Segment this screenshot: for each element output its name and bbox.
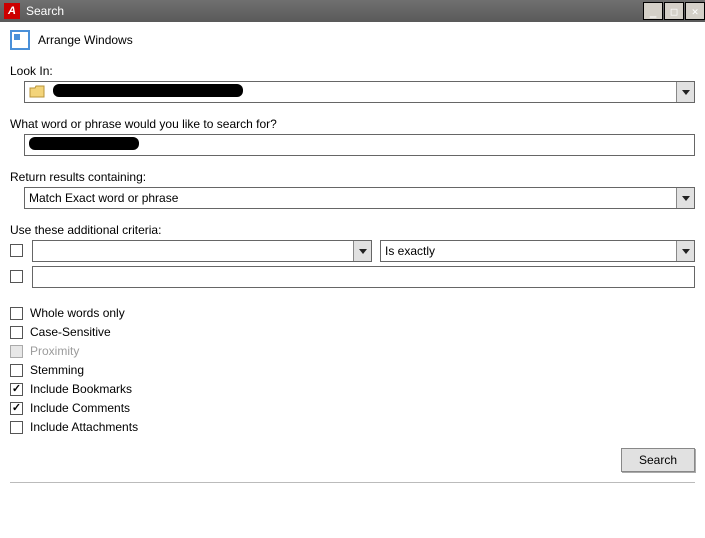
checkbox[interactable] [10,326,23,339]
criteria-value-input[interactable] [32,266,695,288]
arrange-windows-label: Arrange Windows [38,33,133,47]
return-results-select[interactable]: Match Exact word or phrase [24,187,695,209]
return-results-value: Match Exact word or phrase [25,191,676,205]
redacted-phrase [29,137,139,150]
redacted-path [53,84,243,97]
checkbox[interactable] [10,364,23,377]
look-in-value [49,84,676,100]
criteria-property-select[interactable] [32,240,372,262]
checkbox[interactable] [10,383,23,396]
search-button-label: Search [639,453,677,467]
arrange-windows-icon [10,30,30,50]
dropdown-button[interactable] [676,82,694,102]
additional-criteria-label: Use these additional criteria: [10,223,695,237]
checkbox[interactable] [10,421,23,434]
criteria-checkbox-2[interactable] [10,270,23,283]
checkbox[interactable] [10,307,23,320]
window-title: Search [26,4,642,18]
option-include-attachments[interactable]: Include Attachments [10,420,695,434]
option-stemming[interactable]: Stemming [10,363,695,377]
option-label: Include Comments [30,401,130,415]
option-label: Whole words only [30,306,125,320]
search-button[interactable]: Search [621,448,695,472]
search-phrase-label: What word or phrase would you like to se… [10,117,695,131]
dropdown-button[interactable] [676,188,694,208]
option-label: Case-Sensitive [30,325,111,339]
option-label: Stemming [30,363,84,377]
option-label: Include Attachments [30,420,138,434]
search-phrase-input[interactable] [24,134,695,156]
minimize-button[interactable]: _ [643,2,663,20]
folder-icon [29,85,45,99]
dropdown-button[interactable] [353,241,371,261]
maximize-button[interactable]: □ [664,2,684,20]
dropdown-button[interactable] [676,241,694,261]
option-case-sensitive[interactable]: Case-Sensitive [10,325,695,339]
titlebar: A Search _ □ ✕ [0,0,705,22]
separator [10,482,695,483]
return-results-label: Return results containing: [10,170,695,184]
criteria-checkbox-1[interactable] [10,244,23,257]
checkbox [10,345,23,358]
look-in-label: Look In: [10,64,695,78]
option-whole-words[interactable]: Whole words only [10,306,695,320]
look-in-select[interactable] [24,81,695,103]
arrange-windows-link[interactable]: Arrange Windows [10,30,695,50]
adobe-icon: A [4,3,20,19]
search-phrase-value [25,137,694,153]
option-proximity: Proximity [10,344,695,358]
criteria-operator-value: Is exactly [381,244,676,258]
option-label: Include Bookmarks [30,382,132,396]
criteria-operator-select[interactable]: Is exactly [380,240,695,262]
option-include-comments[interactable]: Include Comments [10,401,695,415]
option-label: Proximity [30,344,79,358]
option-include-bookmarks[interactable]: Include Bookmarks [10,382,695,396]
checkbox[interactable] [10,402,23,415]
close-button[interactable]: ✕ [685,2,705,20]
